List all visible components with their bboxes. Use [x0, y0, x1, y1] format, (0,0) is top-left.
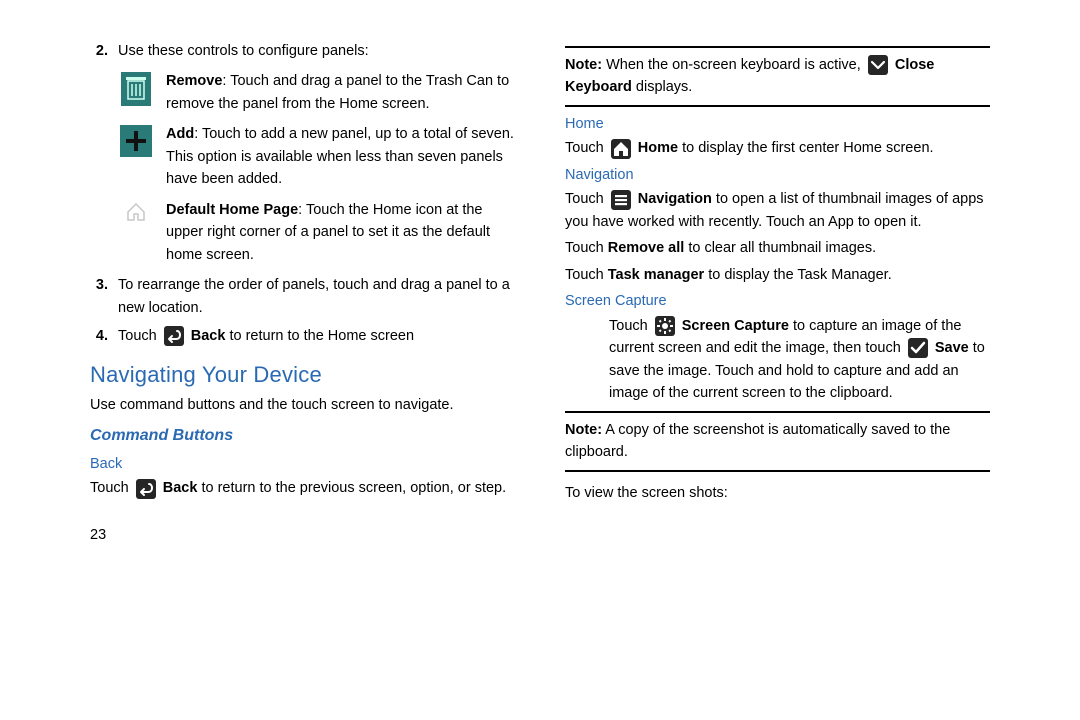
taskmgr-pre: Touch	[565, 267, 608, 283]
back-para-pre: Touch	[90, 480, 133, 496]
home-icon	[611, 139, 631, 159]
divider	[565, 470, 990, 472]
step-3: 3. To rearrange the order of panels, tou…	[90, 274, 515, 319]
add-icon	[120, 125, 152, 157]
task-manager-paragraph: Touch Task manager to display the Task M…	[565, 264, 990, 286]
trash-icon	[121, 72, 151, 106]
nav-para-label: Navigation	[638, 191, 712, 207]
remove-all-paragraph: Touch Remove all to clear all thumbnail …	[565, 237, 990, 259]
back-subheading: Back	[90, 453, 515, 475]
default-home-label: Default Home Page	[166, 202, 298, 218]
note1-post: displays.	[632, 79, 692, 95]
navigation-subheading: Navigation	[565, 164, 990, 186]
right-column: Note: When the on-screen keyboard is act…	[565, 40, 990, 546]
divider	[565, 105, 990, 107]
removeall-post: to clear all thumbnail images.	[684, 240, 876, 256]
divider	[565, 411, 990, 413]
note2-label: Note:	[565, 422, 602, 438]
navigating-heading: Navigating Your Device	[90, 358, 515, 392]
add-desc: : Touch to add a new panel, up to a tota…	[166, 126, 514, 187]
home-subheading: Home	[565, 113, 990, 135]
screen-capture-paragraph: Touch Screen Capture to capture an image…	[609, 315, 990, 405]
page-number: 23	[90, 524, 515, 546]
back-icon	[136, 479, 156, 499]
left-column: 2. Use these controls to configure panel…	[90, 40, 515, 546]
screen-capture-icon	[655, 316, 675, 336]
remove-text: Remove: Touch and drag a panel to the Tr…	[166, 70, 515, 115]
add-icon-cell	[118, 123, 154, 190]
step-2-number: 2.	[90, 40, 108, 62]
back-para-label: Back	[163, 480, 198, 496]
add-label: Add	[166, 126, 194, 142]
note-clipboard: Note: A copy of the screenshot is automa…	[565, 419, 990, 464]
home-para-label: Home	[638, 140, 678, 156]
home-para-pre: Touch	[565, 140, 608, 156]
removeall-label: Remove all	[608, 240, 685, 256]
taskmgr-post: to display the Task Manager.	[704, 267, 892, 283]
step-2-text: Use these controls to configure panels:	[118, 40, 515, 62]
divider	[565, 46, 990, 48]
step-3-text: To rearrange the order of panels, touch …	[118, 274, 515, 319]
step-4-pre: Touch	[118, 328, 161, 344]
chevron-down-icon	[868, 55, 888, 75]
taskmgr-label: Task manager	[608, 267, 704, 283]
navigation-icon	[611, 190, 631, 210]
note-close-keyboard: Note: When the on-screen keyboard is act…	[565, 54, 990, 99]
note1-label: Note:	[565, 57, 602, 73]
screen-capture-subheading: Screen Capture	[565, 290, 990, 312]
step-2: 2. Use these controls to configure panel…	[90, 40, 515, 62]
step-4: 4. Touch Back to return to the Home scre…	[90, 325, 515, 347]
save-check-icon	[908, 338, 928, 358]
back-paragraph: Touch Back to return to the previous scr…	[90, 477, 515, 499]
home-outline-icon	[125, 201, 147, 223]
navigating-intro: Use command buttons and the touch screen…	[90, 394, 515, 416]
default-home-text: Default Home Page: Touch the Home icon a…	[166, 199, 515, 266]
remove-row: Remove: Touch and drag a panel to the Tr…	[118, 70, 515, 115]
back-icon	[164, 326, 184, 346]
removeall-pre: Touch	[565, 240, 608, 256]
note2-text: A copy of the screenshot is automaticall…	[565, 422, 950, 460]
step-3-number: 3.	[90, 274, 108, 319]
home-paragraph: Touch Home to display the first center H…	[565, 137, 990, 159]
add-text: Add: Touch to add a new panel, up to a t…	[166, 123, 515, 190]
step-4-number: 4.	[90, 325, 108, 347]
step-4-label: Back	[191, 328, 226, 344]
navigation-paragraph: Touch Navigation to open a list of thumb…	[565, 188, 990, 233]
add-row: Add: Touch to add a new panel, up to a t…	[118, 123, 515, 190]
note1-pre: When the on-screen keyboard is active,	[602, 57, 865, 73]
step-4-post: to return to the Home screen	[225, 328, 414, 344]
view-screenshots-text: To view the screen shots:	[565, 482, 990, 504]
two-column-layout: 2. Use these controls to configure panel…	[90, 40, 990, 546]
home-outline-icon-cell	[118, 199, 154, 266]
command-buttons-heading: Command Buttons	[90, 424, 515, 449]
capture-label: Screen Capture	[682, 318, 789, 334]
step-4-body: Touch Back to return to the Home screen	[118, 325, 515, 347]
remove-label: Remove	[166, 73, 222, 89]
nav-para-pre: Touch	[565, 191, 608, 207]
save-label: Save	[935, 340, 969, 356]
default-home-row: Default Home Page: Touch the Home icon a…	[118, 199, 515, 266]
trash-icon-cell	[118, 70, 154, 115]
home-para-post: to display the first center Home screen.	[678, 140, 933, 156]
back-para-post: to return to the previous screen, option…	[197, 480, 506, 496]
capture-pre: Touch	[609, 318, 652, 334]
